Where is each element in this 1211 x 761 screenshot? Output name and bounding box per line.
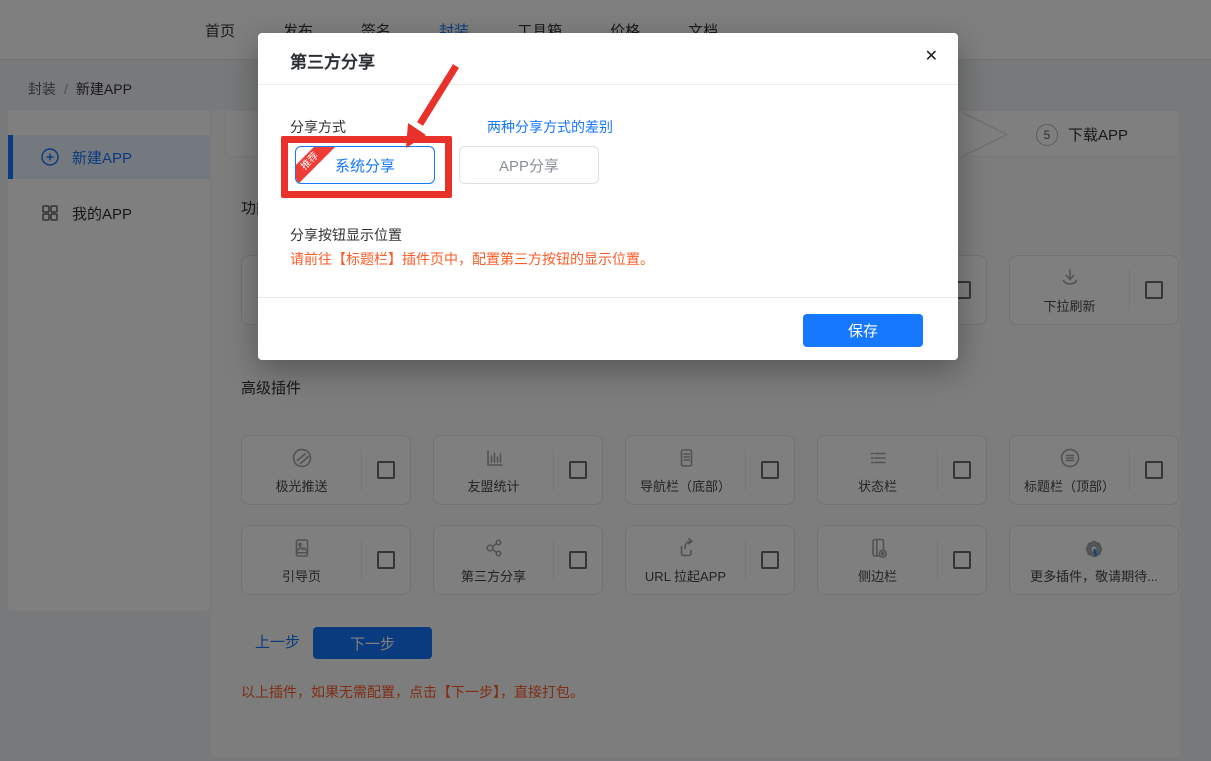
close-icon[interactable]: ✕ [925, 47, 938, 67]
dialog-footer: 保存 [258, 297, 958, 360]
share-method-label: 分享方式 [290, 117, 346, 137]
save-button[interactable]: 保存 [803, 314, 923, 347]
dialog-title: 第三方分享 [290, 48, 375, 73]
share-method-diff-link[interactable]: 两种分享方式的差别 [487, 117, 613, 137]
share-button-position-label: 分享按钮显示位置 [290, 225, 402, 245]
app-packaging-page: 首页 发布 签名 封装 工具箱 价格 文档 封装 / 新建APP 新建APP 我… [0, 0, 1211, 761]
option-label: 系统分享 [335, 155, 395, 176]
option-label: APP分享 [499, 155, 559, 176]
option-app-share[interactable]: APP分享 [459, 146, 599, 184]
third-party-share-dialog: 第三方分享 ✕ 分享方式 两种分享方式的差别 推荐 系统分享 APP分享 分享按… [258, 33, 958, 360]
share-method-options: 推荐 系统分享 APP分享 [295, 146, 599, 184]
option-system-share[interactable]: 推荐 系统分享 [295, 146, 435, 184]
recommended-badge: 推荐 [295, 146, 337, 184]
dialog-header: 第三方分享 ✕ [258, 33, 958, 85]
share-button-position-note: 请前往【标题栏】插件页中，配置第三方按钮的显示位置。 [290, 249, 654, 269]
